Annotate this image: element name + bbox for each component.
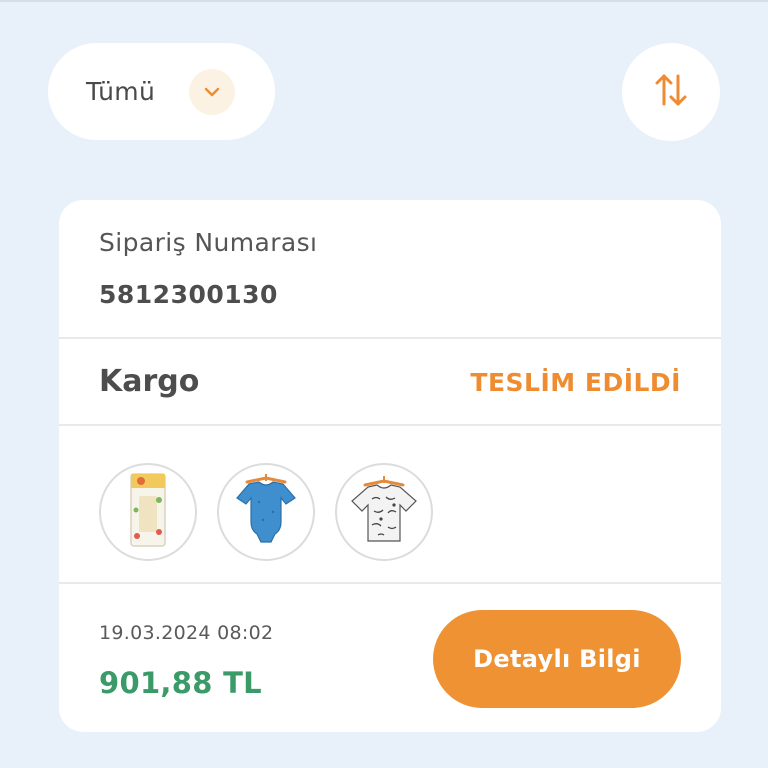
order-price: 901,88 TL bbox=[99, 666, 262, 700]
top-divider bbox=[0, 0, 768, 2]
details-button[interactable]: Detaylı Bilgi bbox=[433, 610, 681, 708]
order-number: 5812300130 bbox=[99, 280, 278, 309]
sort-button[interactable] bbox=[622, 43, 720, 141]
chevron-down-icon bbox=[189, 69, 235, 115]
divider bbox=[59, 337, 721, 339]
order-date: 19.03.2024 08:02 bbox=[99, 622, 274, 644]
status-badge: TESLİM EDİLDİ bbox=[470, 368, 681, 397]
order-card: Sipariş Numarası 5812300130 Kargo TESLİM… bbox=[59, 200, 721, 732]
blue-bodysuit-icon bbox=[231, 472, 301, 552]
sort-arrows-icon bbox=[654, 72, 688, 112]
product-box-icon bbox=[125, 470, 171, 554]
shipping-label: Kargo bbox=[99, 364, 200, 399]
filter-label: Tümü bbox=[86, 77, 156, 106]
filter-dropdown[interactable]: Tümü bbox=[48, 43, 275, 140]
product-thumbnail[interactable] bbox=[99, 463, 197, 561]
patterned-tshirt-icon bbox=[348, 475, 420, 549]
product-thumbnail[interactable] bbox=[335, 463, 433, 561]
product-thumbnail[interactable] bbox=[217, 463, 315, 561]
divider bbox=[59, 582, 721, 584]
order-number-label: Sipariş Numarası bbox=[99, 228, 318, 257]
divider bbox=[59, 424, 721, 426]
